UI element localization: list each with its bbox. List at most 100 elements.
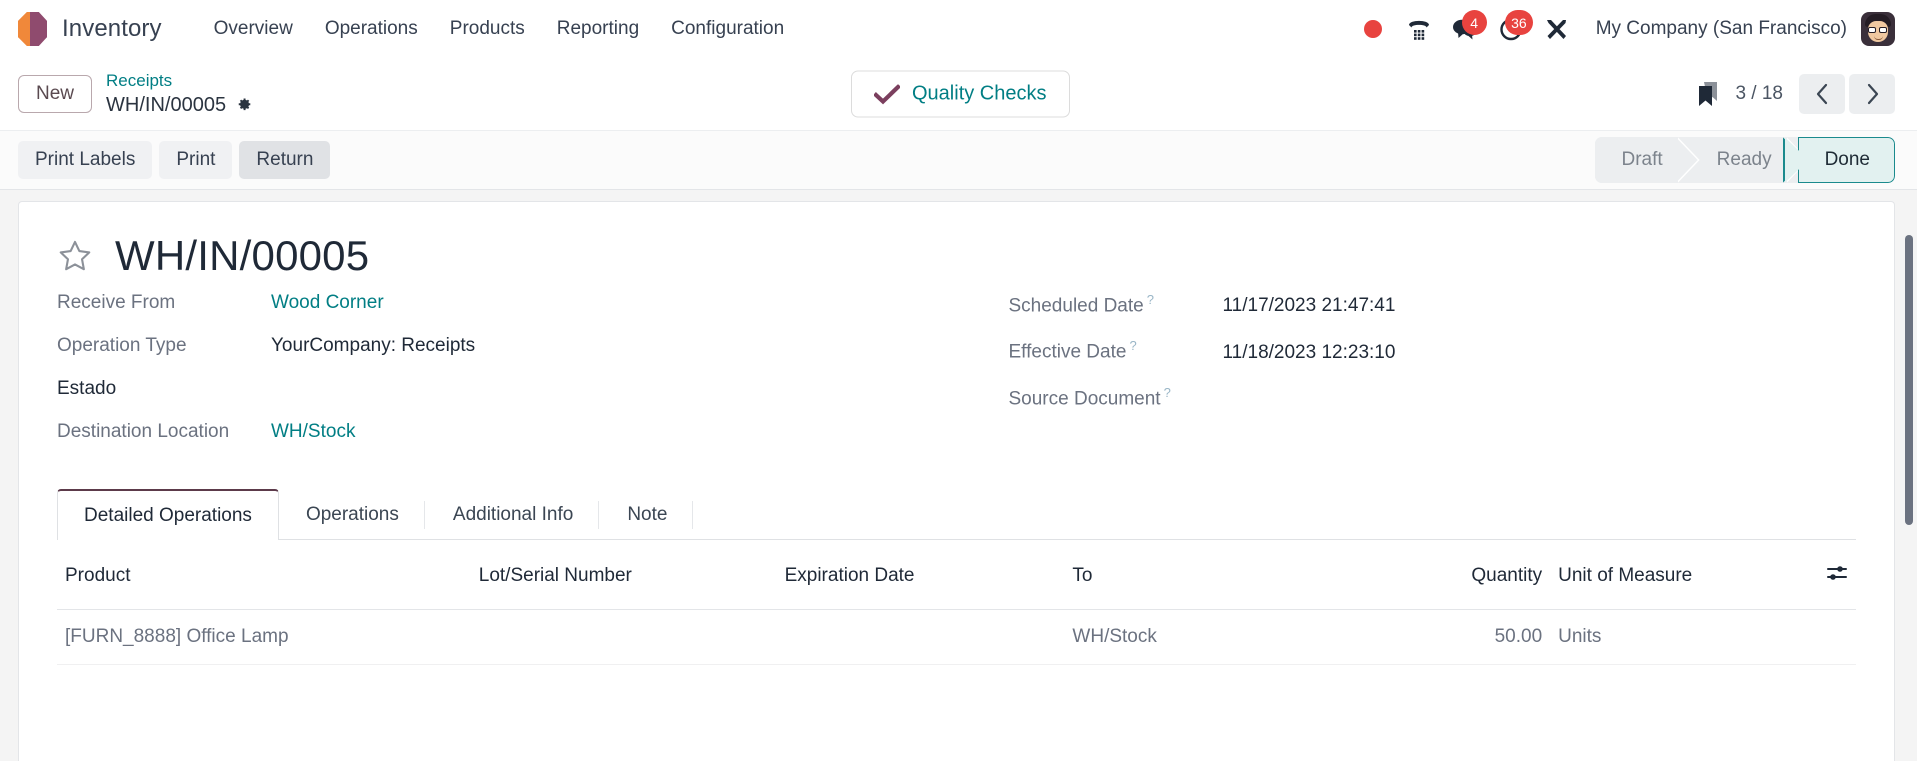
menu-item-operations[interactable]: Operations [309, 12, 434, 46]
record-title-row: WH/IN/00005 [57, 232, 1856, 279]
column-header-quantity[interactable]: Quantity [1370, 540, 1551, 611]
status-step-done[interactable]: Done [1782, 137, 1895, 183]
field-receive-from-label: Receive From [57, 292, 176, 314]
column-header-lot-serial-number[interactable]: Lot/Serial Number [470, 540, 777, 611]
column-options-icon[interactable] [1826, 564, 1848, 582]
page-title: WH/IN/00005 [115, 232, 370, 279]
tooltip-icon[interactable]: ? [1129, 338, 1136, 353]
field-effective-date-value[interactable]: 11/18/2023 12:23:10 [1223, 342, 1396, 364]
tab-detailed-operations[interactable]: Detailed Operations [57, 489, 279, 541]
column-header-product[interactable]: Product [57, 540, 471, 611]
menu-item-overview[interactable]: Overview [198, 12, 309, 46]
field-estado-label: Estado [57, 378, 117, 400]
field-scheduled-date-value[interactable]: 11/17/2023 21:47:41 [1223, 295, 1396, 317]
breadcrumb-current-record: WH/IN/00005 [106, 93, 227, 116]
navbar-systray: 4 36 My Company (San Francisco) [1350, 9, 1895, 49]
status-bar: Draft Ready Done [1595, 137, 1895, 183]
cell-quantity[interactable]: 50.00 [1370, 609, 1551, 666]
field-scheduled-date-label: Scheduled Date? [1008, 292, 1154, 317]
tab-additional-info[interactable]: Additional Info [426, 489, 600, 540]
column-header-to[interactable]: To [1064, 540, 1371, 611]
cell-product[interactable]: [FURN_8888] Office Lamp [57, 609, 471, 666]
app-name: Inventory [62, 15, 162, 42]
field-receive-from: Receive From Wood Corner [57, 292, 957, 314]
detailed-operations-table: Product Lot/Serial Number Expiration Dat… [57, 540, 1856, 666]
messages-icon[interactable]: 4 [1442, 9, 1488, 49]
field-destination-location-value[interactable]: WH/Stock [271, 421, 355, 443]
field-scheduled-date: Scheduled Date? 11/17/2023 21:47:41 [1009, 292, 1857, 317]
form-column-right: Scheduled Date? 11/17/2023 21:47:41 Effe… [957, 292, 1857, 464]
form-fields: Receive From Wood Corner Operation Type … [57, 292, 1856, 464]
activities-badge: 36 [1505, 10, 1533, 35]
status-step-ready-label: Ready [1716, 149, 1772, 170]
return-button[interactable]: Return [239, 140, 331, 180]
print-labels-button[interactable]: Print Labels [18, 140, 153, 180]
breadcrumb-parent-receipts[interactable]: Receipts [106, 71, 252, 91]
field-operation-type-value[interactable]: YourCompany: Receipts [271, 335, 475, 357]
tooltip-icon[interactable]: ? [1147, 292, 1154, 307]
activities-clock-icon[interactable]: 36 [1488, 9, 1534, 49]
pager-next-button[interactable] [1849, 74, 1895, 114]
chevron-left-icon [1816, 83, 1827, 105]
field-effective-date: Effective Date? 11/18/2023 12:23:10 [1009, 338, 1857, 363]
dialpad-phone-icon[interactable] [1396, 9, 1442, 49]
user-avatar[interactable] [1861, 12, 1895, 46]
status-step-draft[interactable]: Draft [1595, 137, 1700, 183]
odoo-logo-icon[interactable] [18, 12, 48, 46]
company-switcher[interactable]: My Company (San Francisco) [1596, 18, 1847, 40]
status-step-ready[interactable]: Ready [1686, 137, 1809, 183]
form-sheet-area: WH/IN/00005 Receive From Wood Corner Ope… [0, 190, 1917, 761]
settings-gear-icon[interactable] [235, 96, 252, 113]
menu-item-reporting[interactable]: Reporting [541, 12, 655, 46]
cell-to[interactable]: WH/Stock [1064, 609, 1371, 666]
form-column-left: Receive From Wood Corner Operation Type … [57, 292, 957, 464]
field-source-document-label: Source Document? [1008, 384, 1171, 410]
menu-item-configuration[interactable]: Configuration [655, 12, 800, 46]
vertical-scrollbar[interactable] [1905, 190, 1913, 761]
cell-lot-serial-number[interactable] [470, 609, 777, 666]
column-options-cell [1784, 540, 1856, 611]
control-panel-actions: Print Labels Print Return Draft Ready Do… [0, 130, 1917, 190]
menu-item-products[interactable]: Products [434, 12, 541, 46]
pager-previous-button[interactable] [1799, 74, 1845, 114]
print-button[interactable]: Print [159, 140, 233, 180]
pager-count: 3 / 18 [1735, 83, 1783, 104]
tooltip-icon[interactable]: ? [1164, 385, 1171, 400]
quality-checks-button[interactable]: Quality Checks [851, 70, 1070, 118]
status-step-draft-label: Draft [1621, 149, 1663, 170]
new-record-button[interactable]: New [18, 74, 93, 114]
developer-tools-icon[interactable] [1534, 9, 1580, 49]
notebook-tabs: Detailed Operations Operations Additiona… [57, 488, 1856, 541]
brand[interactable]: Inventory [18, 12, 162, 46]
field-effective-date-label: Effective Date? [1008, 338, 1137, 363]
field-source-document: Source Document? [1009, 385, 1857, 410]
field-receive-from-value[interactable]: Wood Corner [271, 292, 384, 314]
record-form-sheet: WH/IN/00005 Receive From Wood Corner Ope… [18, 201, 1895, 761]
check-mark-icon [874, 84, 900, 104]
favorite-star-icon[interactable] [57, 238, 93, 274]
top-navbar: Inventory Overview Operations Products R… [0, 0, 1917, 58]
breadcrumb: Receipts WH/IN/00005 [106, 71, 252, 116]
bookmark-icon[interactable] [1697, 81, 1719, 107]
recording-indicator-icon[interactable] [1350, 9, 1396, 49]
quality-checks-label: Quality Checks [912, 82, 1047, 105]
scrollbar-thumb[interactable] [1905, 235, 1913, 525]
field-destination-location: Destination Location WH/Stock [57, 421, 957, 443]
messages-badge: 4 [1461, 10, 1487, 35]
field-estado: Estado [57, 378, 957, 400]
main-menu: Overview Operations Products Reporting C… [198, 12, 801, 46]
field-operation-type-label: Operation Type [57, 335, 187, 357]
table-row[interactable]: [FURN_8888] Office Lamp WH/Stock 50.00 U… [57, 609, 1856, 666]
cell-unit-of-measure[interactable]: Units [1550, 609, 1784, 666]
tab-note[interactable]: Note [600, 489, 694, 540]
field-destination-location-label: Destination Location [57, 421, 230, 443]
column-header-expiration-date[interactable]: Expiration Date [776, 540, 1065, 611]
cell-expiration-date[interactable] [776, 609, 1065, 666]
table-header-row: Product Lot/Serial Number Expiration Dat… [57, 540, 1856, 611]
status-step-done-label: Done [1824, 149, 1870, 170]
cell-options [1784, 609, 1856, 666]
control-panel-breadcrumb: New Receipts WH/IN/00005 Quality Checks … [0, 58, 1917, 130]
field-operation-type: Operation Type YourCompany: Receipts [57, 335, 957, 357]
tab-operations[interactable]: Operations [279, 489, 426, 540]
column-header-unit-of-measure[interactable]: Unit of Measure [1550, 540, 1784, 611]
